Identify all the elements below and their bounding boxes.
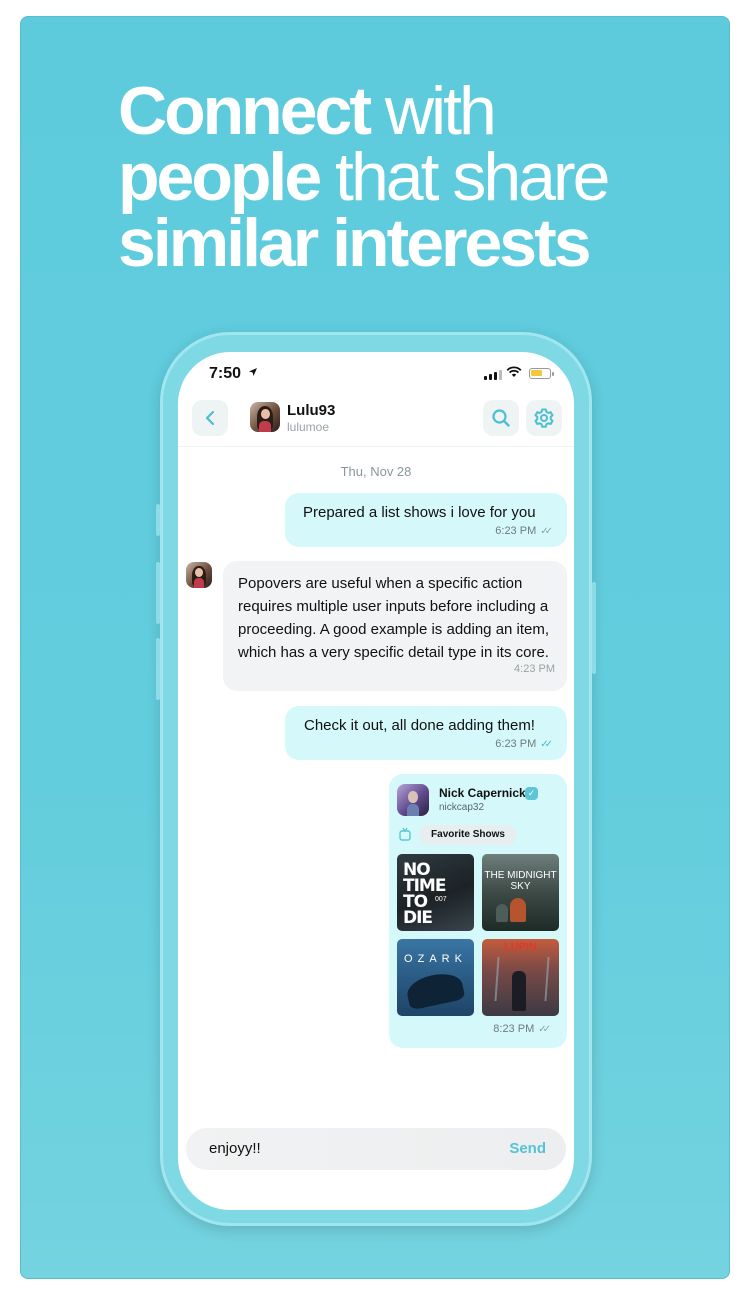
battery-icon [529, 368, 554, 379]
sender-avatar[interactable] [186, 562, 212, 588]
poster-bird [404, 969, 466, 1011]
verified-badge-icon: ✓ [525, 787, 538, 800]
shared-profile-card[interactable]: Nick Capernick ✓ nickcap32 Favorite Show… [389, 774, 567, 1048]
favorite-shows-tag[interactable]: Favorite Shows [419, 825, 517, 845]
message-text: Popovers are useful when a specific acti… [238, 575, 550, 661]
contact-username[interactable]: Lulu93 [287, 402, 335, 419]
phone-power-button [592, 582, 596, 674]
phone-volume-up [156, 562, 160, 624]
message-time: 6:23 PM [495, 738, 537, 750]
poster-title: NO TIME TO DIE [403, 860, 446, 928]
wifi-icon [506, 366, 522, 377]
read-checkmarks-icon: ✓✓ [540, 738, 553, 750]
headline-word-people: people [118, 139, 322, 215]
headline-word-with: with [384, 73, 497, 149]
contact-avatar[interactable] [250, 402, 280, 432]
tv-icon [399, 827, 411, 841]
message-time: 4:23 PM [514, 663, 555, 675]
shared-profile-name[interactable]: Nick Capernick [439, 786, 526, 800]
send-button[interactable]: Send [509, 1140, 546, 1157]
shared-profile-avatar[interactable] [397, 784, 429, 816]
cellular-signal-icon [484, 370, 502, 380]
poster-title: OZARK [404, 953, 467, 965]
shared-card-time-row: 8:23 PM ✓✓ [493, 1023, 551, 1035]
phone-screen: 7:50 Lulu93 lulumoe Thu, Nov 28 Prepared… [178, 352, 574, 1210]
shared-profile-handle: nickcap32 [439, 802, 485, 813]
conversation-date: Thu, Nov 28 [340, 464, 412, 479]
poster-the-midnight-sky[interactable]: THE MIDNIGHT SKY [482, 854, 559, 931]
poster-figure [510, 898, 526, 922]
location-arrow-icon [249, 368, 257, 376]
search-button[interactable] [483, 400, 519, 436]
status-bar: 7:50 [178, 352, 574, 396]
headline-word-connect: Connect [118, 73, 372, 149]
poster-figure [512, 971, 526, 1011]
back-chevron-icon [205, 410, 215, 426]
message-input[interactable]: enjoyy!! [209, 1140, 261, 1157]
message-bubble-outgoing[interactable]: Check it out, all done adding them! 6:23… [285, 706, 567, 760]
promo-headline: Connect with people that share similar i… [118, 77, 610, 277]
settings-button[interactable] [526, 400, 562, 436]
poster-lupin[interactable]: LUPIN [482, 939, 559, 1016]
contact-handle: lulumoe [287, 420, 330, 434]
headline-word-that-share: that share [335, 139, 610, 215]
poster-title: THE MIDNIGHT SKY [484, 870, 557, 892]
poster-no-time-to-die[interactable]: NO TIME TO DIE 007 [397, 854, 474, 931]
chat-header: Lulu93 lulumoe [178, 396, 574, 447]
gear-icon [534, 408, 554, 428]
phone-volume-down [156, 638, 160, 700]
message-bubble-incoming[interactable]: Popovers are useful when a specific acti… [223, 561, 567, 691]
back-button[interactable] [192, 400, 228, 436]
message-time: 6:23 PM [495, 525, 537, 537]
delivered-checkmarks-icon: ✓✓ [538, 1023, 551, 1035]
phone-mute-switch [156, 504, 160, 536]
message-bubble-outgoing[interactable]: Prepared a list shows i love for you 6:2… [285, 493, 567, 547]
poster-title: LUPIN [504, 941, 537, 953]
message-composer[interactable]: enjoyy!! Send [186, 1128, 566, 1170]
message-text: Check it out, all done adding them! [304, 717, 535, 734]
search-icon [492, 409, 510, 427]
poster-ozark[interactable]: OZARK [397, 939, 474, 1016]
headline-word-similar-interests: similar interests [118, 205, 592, 281]
status-time: 7:50 [209, 365, 242, 382]
delivered-checkmarks-icon: ✓✓ [540, 525, 553, 537]
poster-figure [496, 904, 508, 922]
message-time: 8:23 PM [493, 1023, 535, 1035]
message-text: Prepared a list shows i love for you [303, 504, 536, 521]
poster-subtitle: 007 [435, 896, 447, 903]
